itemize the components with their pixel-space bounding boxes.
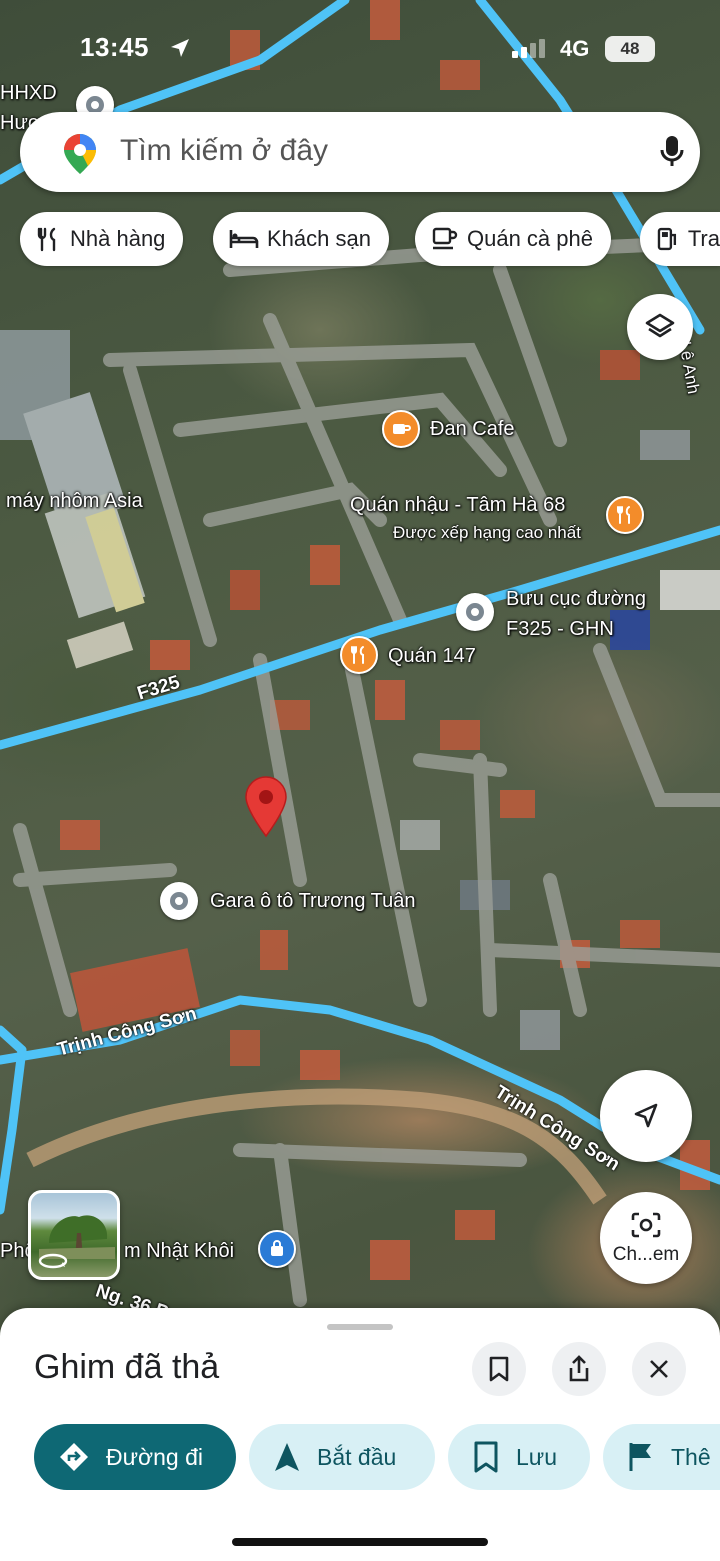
share-icon [569, 1355, 589, 1382]
flag-icon [629, 1443, 651, 1471]
rotate-360-icon [38, 1253, 68, 1269]
place-label-gara[interactable]: Gara ô tô Trương Tuân [210, 890, 416, 913]
directions-icon [60, 1443, 88, 1471]
coffee-cup-icon [432, 227, 458, 250]
street-view-thumbnail[interactable] [28, 1190, 120, 1280]
place-label-buu-cuc-2[interactable]: F325 - GHN [506, 618, 614, 641]
map-layers-button[interactable] [627, 294, 693, 360]
navigation-arrow-icon [634, 1103, 658, 1128]
microphone-icon[interactable] [660, 134, 684, 170]
camera-lens-icon [631, 1212, 661, 1238]
save-label: Lưu [516, 1443, 557, 1470]
gas-station-icon [657, 227, 677, 251]
close-button[interactable] [632, 1342, 686, 1396]
sheet-title: Ghim đã thả [34, 1348, 220, 1386]
fork-knife-icon [37, 227, 56, 252]
poi-pin-quan-147[interactable] [340, 636, 378, 674]
chip-cafes-label: Quán cà phê [467, 226, 593, 251]
place-label-quan-147[interactable]: Quán 147 [388, 645, 476, 668]
chip-restaurants-label: Nhà hàng [70, 226, 166, 251]
close-icon [650, 1360, 668, 1378]
shopping-bag-icon [271, 1240, 283, 1256]
bookmark-icon [489, 1356, 509, 1382]
poi-pin-buu-cuc[interactable] [456, 593, 494, 631]
place-label-quan-nhau-rating: Được xếp hạng cao nhất [393, 523, 581, 542]
home-indicator[interactable] [232, 1538, 488, 1546]
place-bottom-sheet[interactable]: Ghim đã thả Đường đi Bắt đầu Lưu Thê [0, 1308, 720, 1561]
place-label-buu-cuc[interactable]: Bưu cục đường [506, 588, 646, 611]
start-button[interactable]: Bắt đầu [249, 1424, 435, 1490]
battery-icon: 48 [605, 36, 655, 62]
my-location-button[interactable] [600, 1070, 692, 1162]
google-maps-logo-icon [64, 134, 96, 174]
dropped-pin-marker[interactable] [244, 776, 288, 838]
sheet-drag-handle[interactable] [327, 1324, 393, 1330]
status-time: 13:45 [80, 32, 149, 62]
fork-knife-icon [617, 506, 630, 524]
status-bar: 13:45 4G 48 [0, 28, 720, 72]
search-bar[interactable]: Tìm kiếm ở đây [20, 112, 700, 192]
fork-knife-icon [351, 646, 364, 664]
place-label-quan-nhau[interactable]: Quán nhậu - Tâm Hà 68 [350, 494, 565, 517]
network-type: 4G [560, 36, 590, 61]
chip-restaurants[interactable]: Nhà hàng [20, 212, 184, 266]
place-label-asia[interactable]: máy nhôm Asia [6, 490, 143, 513]
save-icon-button[interactable] [472, 1342, 526, 1396]
chip-hotels-label: Khách sạn [267, 226, 371, 251]
chip-gas-label: Tra [687, 226, 720, 251]
directions-label: Đường đi [106, 1443, 203, 1470]
poi-pin-nhat-khoi[interactable] [258, 1230, 296, 1268]
chip-gas[interactable]: Tra [640, 212, 720, 266]
bed-icon [229, 230, 259, 248]
poi-pin-quan-nhau[interactable] [606, 496, 644, 534]
start-label: Bắt đầu [317, 1443, 397, 1470]
share-button[interactable] [552, 1342, 606, 1396]
poi-pin-dan-cafe[interactable] [382, 410, 420, 448]
navigation-arrow-icon [275, 1443, 299, 1471]
add-label-label: Thê [671, 1443, 711, 1470]
lens-search-label: Ch...em [612, 1244, 680, 1265]
search-input[interactable]: Tìm kiếm ở đây [120, 134, 328, 168]
coffee-icon [393, 424, 411, 434]
lens-search-button[interactable]: Ch...em [600, 1192, 692, 1284]
place-label-dan-cafe[interactable]: Đan Cafe [430, 418, 515, 441]
signal-icon [512, 39, 545, 58]
save-button[interactable]: Lưu [448, 1424, 590, 1490]
bookmark-icon [474, 1441, 498, 1473]
add-label-button[interactable]: Thê [603, 1424, 720, 1490]
poi-pin-gara[interactable] [160, 882, 198, 920]
chip-hotels[interactable]: Khách sạn [213, 212, 389, 266]
place-label-nhat-khoi[interactable]: m Nhật Khôi [124, 1240, 234, 1263]
layers-icon [645, 313, 675, 338]
location-arrow-icon [171, 39, 189, 57]
chip-cafes[interactable]: Quán cà phê [415, 212, 611, 266]
directions-button[interactable]: Đường đi [34, 1424, 236, 1490]
place-label-hhxd[interactable]: HHXD [0, 82, 57, 105]
